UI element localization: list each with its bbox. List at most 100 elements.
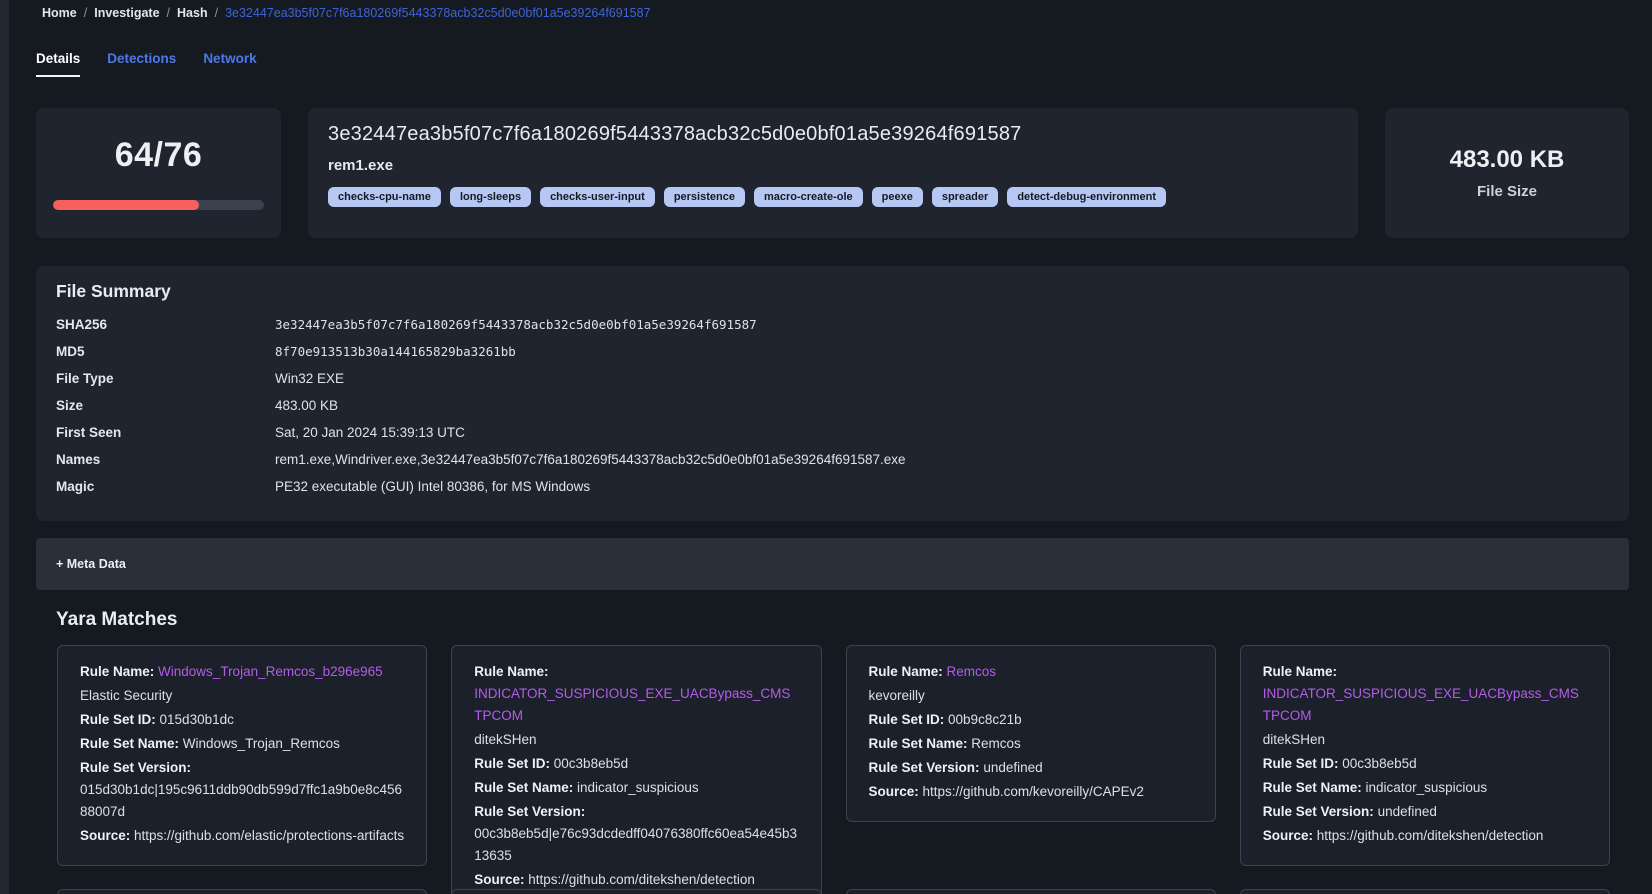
rule-name-link[interactable]: Windows_Trojan_Remcos_b296e965 xyxy=(158,664,383,679)
rule-name-link[interactable]: Remcos xyxy=(947,664,997,679)
tag-badge[interactable]: long-sleeps xyxy=(450,187,531,207)
tab-details[interactable]: Details xyxy=(36,51,80,77)
tab-detections[interactable]: Detections xyxy=(107,51,176,77)
rule-set-name-field: Rule Set Name: indicator_suspicious xyxy=(1263,777,1587,799)
file-hash-title: 3e32447ea3b5f07c7f6a180269f5443378acb32c… xyxy=(328,123,1338,146)
overview-cards-row: 64/76 3e32447ea3b5f07c7f6a180269f5443378… xyxy=(36,108,1629,238)
yara-match-card: Rule Name: INDICATOR_SUSPICIOUS_EXE_UACB… xyxy=(1240,645,1610,866)
rule-author: ditekSHen xyxy=(1263,729,1587,751)
rule-name-label: Rule Name: xyxy=(474,664,548,679)
summary-row-value: 8f70e913513b30a144165829ba3261bb xyxy=(275,338,516,365)
rule-set-name-field: Rule Set Name: Windows_Trojan_Remcos xyxy=(80,733,404,755)
rule-set-version-field: Rule Set Version: undefined xyxy=(869,757,1193,779)
rule-set-id-label: Rule Set ID: xyxy=(1263,756,1339,771)
rule-set-version-label: Rule Set Version: xyxy=(80,760,191,775)
file-summary-card: File Summary SHA2563e32447ea3b5f07c7f6a1… xyxy=(36,266,1629,521)
summary-row-label: MD5 xyxy=(56,338,275,365)
yara-match-card-partial xyxy=(1240,889,1610,894)
rule-author: ditekSHen xyxy=(474,729,798,751)
rule-set-version-field: Rule Set Version: undefined xyxy=(1263,801,1587,823)
rule-name-link[interactable]: INDICATOR_SUSPICIOUS_EXE_UACBypass_CMSTP… xyxy=(474,686,790,723)
file-hash-card: 3e32447ea3b5f07c7f6a180269f5443378acb32c… xyxy=(308,108,1358,238)
summary-row-label: Magic xyxy=(56,473,275,500)
summary-row-value: PE32 executable (GUI) Intel 80386, for M… xyxy=(275,473,590,500)
summary-row-label: SHA256 xyxy=(56,311,275,338)
breadcrumb-link-home[interactable]: Home xyxy=(42,6,77,20)
breadcrumb-current-hash[interactable]: 3e32447ea3b5f07c7f6a180269f5443378acb32c… xyxy=(225,6,650,20)
detection-score-value: 64/76 xyxy=(115,136,203,175)
rule-set-id-value: 00c3b8eb5d xyxy=(1342,756,1416,771)
breadcrumb-link-investigate[interactable]: Investigate xyxy=(94,6,159,20)
tag-badge[interactable]: spreader xyxy=(932,187,998,207)
rule-set-name-label: Rule Set Name: xyxy=(474,780,573,795)
rule-set-name-label: Rule Set Name: xyxy=(1263,780,1362,795)
yara-match-card: Rule Name: Windows_Trojan_Remcos_b296e96… xyxy=(57,645,427,866)
detection-score-card: 64/76 xyxy=(36,108,281,238)
rule-set-id-field: Rule Set ID: 00b9c8c21b xyxy=(869,709,1193,731)
summary-row-label: Size xyxy=(56,392,275,419)
summary-row-label: File Type xyxy=(56,365,275,392)
summary-row-value: Sat, 20 Jan 2024 15:39:13 UTC xyxy=(275,419,465,446)
rule-set-id-field: Rule Set ID: 00c3b8eb5d xyxy=(474,753,798,775)
rule-set-id-label: Rule Set ID: xyxy=(80,712,156,727)
rule-name-label: Rule Name: xyxy=(1263,664,1337,679)
rule-set-version-value: undefined xyxy=(1378,804,1437,819)
rule-set-id-value: 00b9c8c21b xyxy=(948,712,1022,727)
file-size-label: File Size xyxy=(1477,183,1537,200)
tab-bar: Details Detections Network xyxy=(36,51,1629,77)
rule-set-version-value: 015d30b1dc|195c9611ddb90db599d7ffc1a9b0e… xyxy=(80,782,402,819)
tag-badge[interactable]: macro-create-ole xyxy=(754,187,863,207)
rule-set-name-value: Remcos xyxy=(971,736,1021,751)
rule-source-value: https://github.com/ditekshen/detection xyxy=(1317,828,1544,843)
tag-badge[interactable]: peexe xyxy=(872,187,923,207)
rule-set-version-label: Rule Set Version: xyxy=(869,760,980,775)
summary-row-value: 483.00 KB xyxy=(275,392,338,419)
breadcrumb-link-hash[interactable]: Hash xyxy=(177,6,208,20)
rule-source-label: Source: xyxy=(1263,828,1313,843)
rule-set-id-field: Rule Set ID: 00c3b8eb5d xyxy=(1263,753,1587,775)
rule-set-version-label: Rule Set Version: xyxy=(474,804,585,819)
rule-set-id-label: Rule Set ID: xyxy=(869,712,945,727)
rule-name-link[interactable]: INDICATOR_SUSPICIOUS_EXE_UACBypass_CMSTP… xyxy=(1263,686,1579,723)
rule-author: Elastic Security xyxy=(80,685,404,707)
tag-badge[interactable]: checks-cpu-name xyxy=(328,187,441,207)
tag-badge[interactable]: persistence xyxy=(664,187,745,207)
tag-badge[interactable]: detect-debug-environment xyxy=(1007,187,1166,207)
rule-set-version-label: Rule Set Version: xyxy=(1263,804,1374,819)
detection-score-bar-fill xyxy=(53,200,199,210)
tab-network[interactable]: Network xyxy=(203,51,256,77)
yara-matches-grid: Rule Name: Windows_Trojan_Remcos_b296e96… xyxy=(57,645,1610,894)
rule-source-field: Source: https://github.com/kevoreilly/CA… xyxy=(869,781,1193,803)
rule-set-id-value: 00c3b8eb5d xyxy=(554,756,628,771)
summary-row-value: rem1.exe,Windriver.exe,3e32447ea3b5f07c7… xyxy=(275,446,906,473)
file-size-value: 483.00 KB xyxy=(1450,146,1565,174)
breadcrumb-separator: / xyxy=(167,6,170,20)
tag-badge[interactable]: checks-user-input xyxy=(540,187,655,207)
rule-set-name-value: Windows_Trojan_Remcos xyxy=(183,736,340,751)
file-size-card: 483.00 KB File Size xyxy=(1385,108,1629,238)
summary-row-label: First Seen xyxy=(56,419,275,446)
summary-row-value: Win32 EXE xyxy=(275,365,344,392)
meta-data-toggle[interactable]: + Meta Data xyxy=(36,538,1629,590)
summary-row: SHA2563e32447ea3b5f07c7f6a180269f5443378… xyxy=(56,311,1609,338)
rule-set-name-field: Rule Set Name: Remcos xyxy=(869,733,1193,755)
rule-set-version-field: Rule Set Version: 00c3b8eb5d|e76c93dcded… xyxy=(474,801,798,867)
rule-set-name-label: Rule Set Name: xyxy=(869,736,968,751)
yara-next-row-partial xyxy=(57,889,1610,894)
yara-match-card-partial xyxy=(57,889,427,894)
rule-name-label: Rule Name: xyxy=(869,664,943,679)
meta-data-toggle-label: + Meta Data xyxy=(56,557,126,571)
rule-source-label: Source: xyxy=(474,872,524,887)
summary-row: MagicPE32 executable (GUI) Intel 80386, … xyxy=(56,473,1609,500)
rule-source-field: Source: https://github.com/ditekshen/det… xyxy=(474,869,798,891)
summary-row: First SeenSat, 20 Jan 2024 15:39:13 UTC xyxy=(56,419,1609,446)
rule-name-field: Rule Name: INDICATOR_SUSPICIOUS_EXE_UACB… xyxy=(1263,661,1587,727)
yara-match-card: Rule Name: INDICATOR_SUSPICIOUS_EXE_UACB… xyxy=(451,645,821,894)
rule-source-field: Source: https://github.com/ditekshen/det… xyxy=(1263,825,1587,847)
file-name: rem1.exe xyxy=(328,157,1338,174)
summary-row: Size483.00 KB xyxy=(56,392,1609,419)
rule-source-value: https://github.com/elastic/protections-a… xyxy=(134,828,404,843)
rule-set-id-value: 015d30b1dc xyxy=(160,712,234,727)
rule-name-field: Rule Name: Windows_Trojan_Remcos_b296e96… xyxy=(80,661,404,683)
summary-row-label: Names xyxy=(56,446,275,473)
